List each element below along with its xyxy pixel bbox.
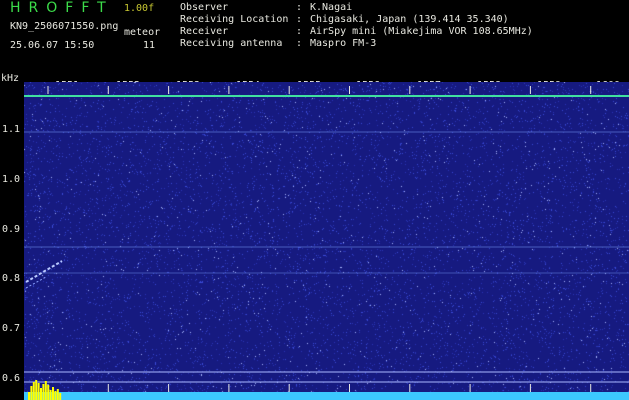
app-title: HROFFT <box>10 0 114 16</box>
meteor-echo-bar <box>49 390 52 400</box>
meteor-echo-bar <box>42 384 45 400</box>
meteor-echo-bar <box>35 380 38 400</box>
meteor-echo-bar <box>56 389 59 400</box>
meteor-echo-bar <box>28 392 30 400</box>
spectrogram-overlay <box>24 86 629 400</box>
meteor-echo-bar <box>32 382 35 400</box>
info-key: Receiving antenna <box>180 38 283 49</box>
info-row-antenna: Receiving antenna: Maspro FM-3 <box>180 38 377 49</box>
y-tick-label: 0.7 <box>2 323 21 334</box>
bottom-band <box>24 392 629 400</box>
info-key: Receiver <box>180 26 229 37</box>
meteor-echo-bar <box>52 387 54 400</box>
y-tick-label: 1.0 <box>2 174 21 185</box>
meteor-echo-bar <box>37 383 40 400</box>
info-value: Chigasaki, Japan (139.414 35.340) <box>310 14 509 25</box>
meteor-echo-bar <box>54 391 57 400</box>
info-value: Maspro FM-3 <box>310 38 377 49</box>
info-key: Receiving Location <box>180 14 289 25</box>
meteor-echo-bar <box>59 393 62 400</box>
y-tick-label: 0.9 <box>2 224 21 235</box>
header-panel: HROFFT 1.00f KN9_2506071550.png 25.06.07… <box>0 0 629 72</box>
y-tick-label: 0.8 <box>2 273 21 284</box>
version-label: 1.00f <box>124 3 155 14</box>
meteor-echo <box>25 260 63 283</box>
station-info: Observer: K.Nagai Receiving Location: Chig… <box>180 2 533 50</box>
y-unit-label: kHz <box>1 73 20 84</box>
y-tick-label: 1.1 <box>2 124 21 135</box>
info-value: K.Nagai <box>310 2 353 13</box>
spectrogram-plot <box>24 82 629 400</box>
info-value: AirSpy mini (Miakejima VOR 108.65MHz) <box>310 26 533 37</box>
info-row-receiver: Receiver: AirSpy mini (Miakejima VOR 108.… <box>180 26 533 37</box>
meteor-echo-bar <box>40 388 42 400</box>
timestamp-label: 25.06.07 15:50 <box>10 40 95 51</box>
meteor-echo-bar <box>30 386 33 400</box>
info-key: Observer <box>180 2 229 13</box>
filename-label: KN9_2506071550.png <box>10 21 119 32</box>
y-tick-label: 0.6 <box>2 373 21 384</box>
meteor-echo <box>25 276 47 289</box>
meteor-echo-bar <box>44 381 47 400</box>
info-row-observer: Observer: K.Nagai <box>180 2 353 13</box>
info-row-location: Receiving Location: Chigasaki, Japan (139… <box>180 14 509 25</box>
meteor-echo-bar <box>47 385 50 400</box>
meteor-label: meteor <box>124 27 161 38</box>
meteor-count: 11 <box>143 40 156 51</box>
